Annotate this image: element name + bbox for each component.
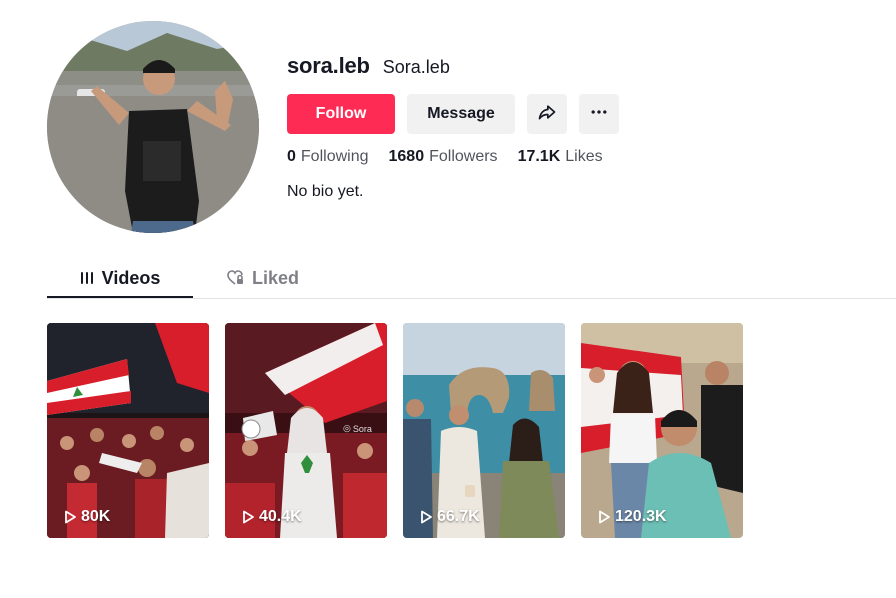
view-count: 120.3K — [597, 508, 667, 526]
play-icon — [597, 510, 611, 524]
username: sora.leb — [287, 53, 370, 78]
tab-videos-label: Videos — [101, 267, 161, 288]
play-icon — [63, 510, 77, 524]
video-grid: 80K ◎ Sora 40.4K 66.7K 120.3K — [47, 323, 743, 538]
active-tab-indicator — [47, 296, 193, 298]
video-thumbnail — [47, 323, 209, 538]
view-count: 40.4K — [241, 508, 302, 526]
more-icon — [589, 102, 609, 127]
tab-liked[interactable]: Liked — [227, 258, 299, 298]
liked-heart-lock-icon — [227, 270, 244, 286]
following-stat[interactable]: 0 Following — [287, 148, 369, 166]
bio-text: No bio yet. — [287, 183, 364, 200]
profile-page: sora.leb Sora.leb Follow Message 0 Follo… — [0, 0, 896, 598]
watermark-label: Sora — [352, 423, 372, 434]
share-icon — [537, 102, 557, 127]
likes-stat: 17.1K Likes — [518, 148, 603, 166]
profile-tabs: Videos Liked — [47, 258, 896, 299]
profile-names: sora.leb Sora.leb — [287, 53, 450, 79]
profile-actions: Follow Message — [287, 94, 619, 134]
following-label: Following — [300, 148, 369, 165]
view-count: 66.7K — [419, 508, 480, 526]
message-button[interactable]: Message — [407, 94, 515, 134]
followers-count: 1680 — [388, 148, 425, 165]
likes-count: 17.1K — [517, 148, 561, 165]
video-card[interactable]: 120.3K — [581, 323, 743, 538]
view-count-label: 40.4K — [259, 508, 302, 525]
profile-stats: 0 Following 1680 Followers 17.1K Likes — [287, 148, 603, 166]
view-count-label: 120.3K — [615, 508, 667, 525]
play-icon — [419, 510, 433, 524]
video-thumbnail — [581, 323, 743, 538]
nickname: Sora.leb — [382, 57, 450, 77]
share-button[interactable] — [527, 94, 567, 134]
play-icon — [241, 510, 255, 524]
more-button[interactable] — [579, 94, 619, 134]
video-thumbnail — [403, 323, 565, 538]
tab-videos[interactable]: Videos — [47, 258, 193, 298]
sora-logo-icon: ◎ — [343, 423, 351, 433]
video-card[interactable]: 80K — [47, 323, 209, 538]
view-count-label: 66.7K — [437, 508, 480, 525]
tab-liked-label: Liked — [252, 267, 300, 288]
followers-label: Followers — [429, 148, 498, 165]
followers-stat[interactable]: 1680 Followers — [389, 148, 498, 166]
videos-grid-icon — [80, 271, 94, 285]
view-count-label: 80K — [81, 508, 111, 525]
likes-label: Likes — [565, 148, 603, 165]
avatar[interactable] — [47, 21, 259, 233]
following-count: 0 — [287, 148, 296, 165]
video-card[interactable]: ◎ Sora 40.4K — [225, 323, 387, 538]
view-count: 80K — [63, 508, 110, 526]
follow-button[interactable]: Follow — [287, 94, 395, 134]
video-card[interactable]: 66.7K — [403, 323, 565, 538]
sora-watermark: ◎ Sora — [343, 423, 372, 434]
